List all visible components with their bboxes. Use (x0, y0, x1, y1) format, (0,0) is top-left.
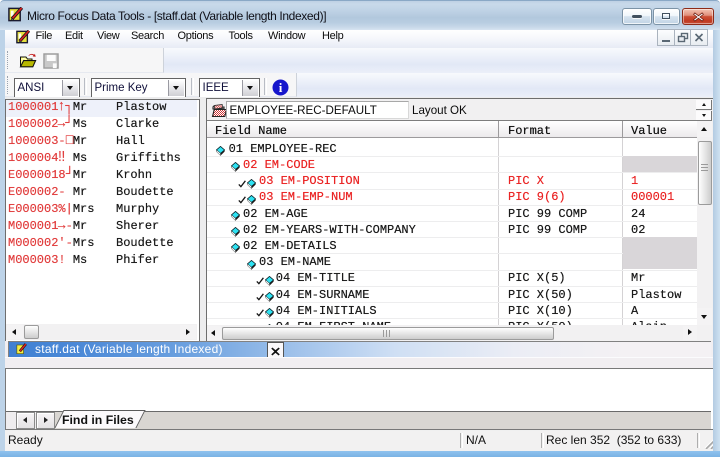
svg-text:i: i (279, 80, 283, 95)
